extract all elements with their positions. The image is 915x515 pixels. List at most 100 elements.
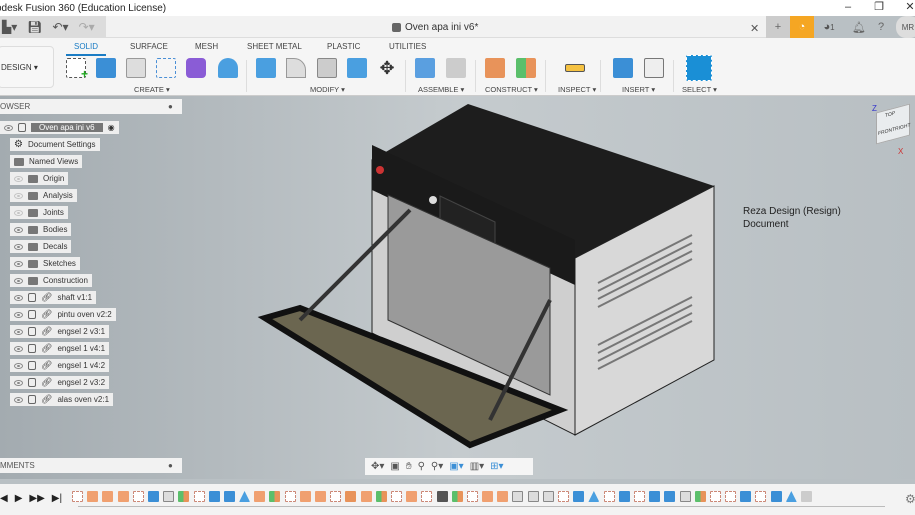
undo-icon[interactable]: ↶▾ [53,20,69,34]
timeline-extrude-icon[interactable] [299,491,311,502]
timeline-fillet-icon[interactable] [512,491,524,502]
look-at-icon[interactable]: ▣ [390,461,399,472]
timeline-sketch-icon[interactable] [725,491,737,502]
timeline-move-icon[interactable] [436,491,448,502]
browser-folder[interactable]: Joints [10,206,68,219]
browser-folder[interactable]: ⚙ Document Settings [10,138,100,151]
tab-utilities[interactable]: UTILITIES [389,42,426,51]
display-settings-icon[interactable]: ▣▾ [449,461,463,472]
browser-folder[interactable]: Sketches [10,257,80,270]
create-menu[interactable]: CREATE ▾ [134,85,170,94]
pattern-icon[interactable] [156,58,176,78]
timeline-fillet-icon[interactable] [527,491,539,502]
visibility-icon[interactable] [14,362,23,369]
timeline-draft-icon[interactable] [785,491,797,502]
visibility-icon[interactable] [4,124,13,131]
browser-component[interactable]: 🔗︎ alas oven v2:1 [10,393,114,406]
browser-component[interactable]: 🔗︎ pintu oven v2:2 [10,308,116,321]
timeline-extrude-icon[interactable] [360,491,372,502]
tab-plastic[interactable]: PLASTIC [327,42,360,51]
job-status-button[interactable]: ◕ 1 [816,16,842,38]
timeline-plane-icon[interactable] [451,491,463,502]
step-forward-icon[interactable]: ▶▶ [29,493,44,504]
step-back-icon[interactable]: ◀ [0,493,8,504]
timeline-extrude-icon[interactable] [315,491,326,502]
tab-surface[interactable]: SURFACE [130,42,168,51]
timeline-settings-icon[interactable]: ⚙ [905,492,915,506]
timeline-extrude-icon[interactable] [102,491,114,502]
visibility-icon[interactable] [14,175,23,182]
visibility-icon[interactable] [14,260,23,267]
timeline-body-icon[interactable] [740,491,752,502]
timeline-extrude-icon[interactable] [497,491,509,502]
browser-folder[interactable]: Construction [10,274,92,287]
help-icon[interactable]: ? [872,16,890,38]
visibility-icon[interactable] [14,226,23,233]
browser-folder[interactable]: Bodies [10,223,72,236]
select-icon[interactable] [686,55,712,81]
comments-pin-icon[interactable]: ● [168,458,173,473]
play-icon[interactable]: ▶ [15,493,23,504]
3d-viewport[interactable]: TOP FRONT RIGHT Z X [0,96,915,479]
tab-sheet-metal[interactable]: SHEET METAL [247,42,302,51]
timeline-body-icon[interactable] [208,491,220,502]
viewcube-top[interactable]: TOP [885,110,895,119]
shell-icon[interactable] [317,58,337,78]
split-body-icon[interactable] [347,58,367,78]
timeline-plane-icon[interactable] [694,491,706,502]
assemble-menu[interactable]: ASSEMBLE ▾ [418,85,464,94]
timeline-plane-icon[interactable] [178,491,190,502]
browser-folder[interactable]: Analysis [10,189,77,202]
browser-root[interactable]: Oven apa ini v6 ◉ [0,121,119,134]
insert-image-icon[interactable] [613,58,633,78]
restore-button[interactable]: ❐ [866,0,892,16]
timeline-extrude-icon[interactable] [482,491,494,502]
browser-component[interactable]: 🔗︎ engsel 2 v3:1 [10,325,110,338]
orbit-icon[interactable]: ✥▾ [371,461,384,472]
go-end-icon[interactable]: ▶| [52,493,62,504]
joint-icon[interactable] [446,58,466,78]
timeline-sketch-icon[interactable] [330,491,342,502]
data-panel-button[interactable]: ◔ [790,16,814,38]
timeline-extrude-icon[interactable] [117,491,129,502]
timeline-fillet-icon[interactable] [163,491,175,502]
midplane-icon[interactable] [516,58,536,78]
visibility-icon[interactable] [14,345,23,352]
select-menu[interactable]: SELECT ▾ [682,85,717,94]
tab-solid[interactable]: SOLID [66,42,107,56]
timeline-body-icon[interactable] [573,491,585,502]
timeline-sketch-icon[interactable] [421,491,433,502]
timeline-sketch-icon[interactable] [284,491,296,502]
timeline-sketch-icon[interactable] [603,491,615,502]
timeline-sketch-icon[interactable] [633,491,645,502]
pin-icon[interactable]: ● [168,99,173,114]
new-tab-button[interactable]: + [766,16,790,38]
minimize-button[interactable]: – [835,0,861,16]
browser-component[interactable]: 🔗︎ engsel 1 v4:2 [10,359,110,372]
timeline-body-icon[interactable] [770,491,782,502]
extrude-icon[interactable] [96,58,116,78]
timeline-sketch-icon[interactable] [709,491,721,502]
visibility-icon[interactable] [14,209,23,216]
insert-mesh-icon[interactable] [644,58,664,78]
viewcube-right[interactable]: RIGHT [895,122,911,132]
browser-component[interactable]: 🔗︎ shaft v1:1 [10,291,97,304]
file-menu-icon[interactable]: ▙▾ [2,20,17,34]
visibility-icon[interactable] [14,311,23,318]
zoom-icon[interactable]: ⚲ [418,461,425,472]
timeline-fillet-icon[interactable] [679,491,691,502]
timeline-sketch-icon[interactable] [72,491,83,502]
timeline-draft-icon[interactable] [239,491,251,502]
visibility-icon[interactable] [14,192,23,199]
browser-folder[interactable]: Origin [10,172,69,185]
sweep-icon[interactable] [218,58,238,78]
fillet-icon[interactable] [286,58,306,78]
offset-plane-icon[interactable] [485,58,505,78]
viewports-icon[interactable]: ⊞▾ [490,461,503,472]
timeline-sketch-icon[interactable] [193,491,205,502]
move-icon[interactable]: ✥ [377,58,397,78]
timeline-plane-icon[interactable] [375,491,387,502]
timeline-extrude-icon[interactable] [254,491,266,502]
timeline-draft-icon[interactable] [588,491,600,502]
activate-icon[interactable]: ◉ [108,123,115,132]
